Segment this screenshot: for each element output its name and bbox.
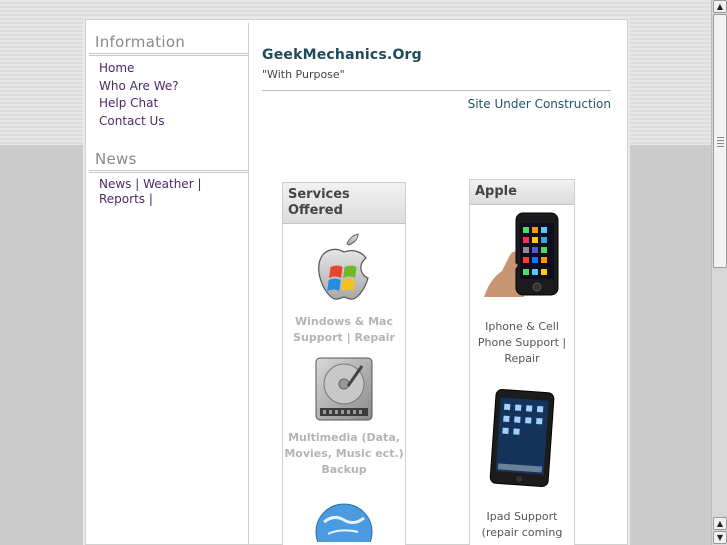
nav-link-help-chat[interactable]: Help Chat <box>99 95 248 113</box>
globe-icon <box>283 502 405 542</box>
scrollbar-thumb[interactable] <box>713 14 727 268</box>
apple-caption-iphone: Iphone & Cell Phone Support | Repair <box>477 320 567 365</box>
apple-heading: Apple <box>470 180 574 205</box>
scrollbar-grip-icon <box>717 137 724 149</box>
news-links[interactable]: News | Weather | Reports | <box>89 173 248 207</box>
service-caption-windows-mac: Windows & Mac Support | Repair <box>293 315 395 344</box>
nav-link-home[interactable]: Home <box>99 60 248 78</box>
news-heading: News <box>89 140 248 173</box>
sidebar: Information Home Who Are We? Help Chat C… <box>89 23 249 545</box>
site-title: GeekMechanics.Org <box>262 47 422 63</box>
vertical-scrollbar[interactable]: ▲ ▲ ▼ <box>711 0 727 545</box>
information-heading: Information <box>89 23 248 56</box>
apple-box: Apple Iphone & Cell Phone Support | Repa… <box>469 179 575 545</box>
scroll-down-arrow-icon[interactable]: ▼ <box>713 531 727 544</box>
header-divider <box>262 90 611 91</box>
scroll-up-arrow-icon-bottom[interactable]: ▲ <box>713 517 727 530</box>
information-links: Home Who Are We? Help Chat Contact Us <box>89 56 248 130</box>
service-caption-multimedia-backup: Multimedia (Data, Movies, Music ect.) Ba… <box>284 431 404 476</box>
hard-drive-icon <box>283 356 405 424</box>
windows-apple-icon <box>283 230 405 306</box>
site-tagline: "With Purpose" <box>262 68 345 81</box>
nav-link-who-are-we[interactable]: Who Are We? <box>99 78 248 96</box>
construction-notice: Site Under Construction <box>467 97 611 111</box>
nav-link-contact-us[interactable]: Contact Us <box>99 113 248 131</box>
scroll-up-arrow-icon[interactable]: ▲ <box>713 0 727 13</box>
page-container: Information Home Who Are We? Help Chat C… <box>85 19 628 545</box>
iphone-icon <box>470 209 574 301</box>
main-content: GeekMechanics.Org "With Purpose" Site Un… <box>249 23 626 545</box>
services-box: Services Offered Windows & Mac Support |… <box>282 182 406 545</box>
ipad-icon <box>470 387 574 491</box>
services-heading: Services Offered <box>283 183 405 224</box>
apple-caption-ipad: Ipad Support (repair coming <box>481 510 563 539</box>
